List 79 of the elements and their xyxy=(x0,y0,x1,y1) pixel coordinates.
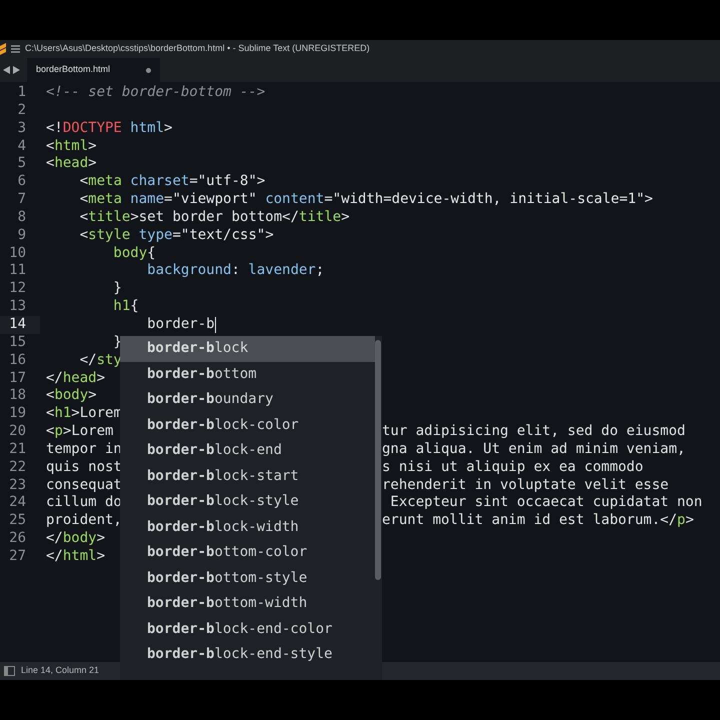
completion-item[interactable]: border-block-style xyxy=(120,489,375,514)
line-number: 23 xyxy=(9,476,26,493)
completion-item[interactable]: border-block-color xyxy=(120,412,375,438)
completion-item[interactable]: border-bottom-width xyxy=(120,591,375,616)
code-line: s nisi ut aliquip ex ea commodo xyxy=(382,458,644,477)
code-line: tur adipisicing elit, sed do eiusmod xyxy=(382,423,686,441)
code-line: background: lavender; xyxy=(146,262,324,280)
line-number: 25 xyxy=(9,512,26,528)
code-line: </body> xyxy=(46,530,106,548)
code-line: quis nost xyxy=(46,458,122,477)
code-line: border-b xyxy=(146,316,215,334)
code-line: <body> xyxy=(46,387,97,406)
scrollbar[interactable] xyxy=(375,340,381,580)
code-line: <p>Lorem xyxy=(46,423,114,441)
line-number: 16 xyxy=(9,352,26,368)
file-tab[interactable]: borderBottom.html xyxy=(27,58,160,82)
completion-item[interactable]: border-block xyxy=(120,336,375,362)
line-number: 13 xyxy=(9,298,26,314)
line-number: 2 xyxy=(18,102,26,118)
code-line: erunt mollit anim id est laborum.</p> xyxy=(382,512,694,530)
code-line: <style type="text/css"> xyxy=(78,226,274,245)
cursor-position: Line 14, Column 21 xyxy=(21,664,100,678)
line-number: 24 xyxy=(9,494,26,510)
line-number: 6 xyxy=(18,173,26,190)
completion-item[interactable]: border-bottom-style xyxy=(120,566,375,591)
line-number: 26 xyxy=(9,530,26,546)
code-line: consequat xyxy=(46,476,122,494)
line-number: 17 xyxy=(9,370,26,386)
line-number: 21 xyxy=(9,440,26,457)
line-number: 27 xyxy=(9,548,26,564)
code-line: <meta name="viewport" content="width=device-width, initial-scale=1"> xyxy=(78,191,653,209)
completion-item[interactable]: border-block-width xyxy=(120,514,375,540)
code-line: </head> xyxy=(46,370,106,388)
window-title: C:\Users\Asus\Desktop\csstips\borderBottom.html • - Sublime Text (UNREGISTERED) xyxy=(25,42,370,56)
completion-item[interactable]: border-block-start xyxy=(120,464,375,489)
code-line: <html> xyxy=(46,138,97,156)
line-number: 14 xyxy=(9,316,26,332)
line-number: 8 xyxy=(18,208,26,225)
app-logo-icon xyxy=(0,43,6,55)
line-number: 20 xyxy=(9,423,26,440)
completion-item[interactable]: border-block-end-color xyxy=(120,616,375,642)
code-line: h1{ xyxy=(112,298,139,316)
completion-item[interactable]: border-bottom xyxy=(120,362,375,387)
line-number: 11 xyxy=(9,262,26,278)
line-number: 22 xyxy=(9,458,26,475)
code-line: </sty xyxy=(78,352,122,370)
line-number: 10 xyxy=(9,244,26,261)
code-line: gna aliqua. Ut enim ad minim veniam, xyxy=(382,440,686,459)
code-line: <title>set border bottom</title> xyxy=(78,208,350,227)
line-number: 19 xyxy=(9,405,26,422)
line-number: 18 xyxy=(9,387,26,404)
code-line: } xyxy=(112,280,122,298)
line-number: 9 xyxy=(18,226,26,243)
completion-item[interactable]: border-boundary xyxy=(120,387,375,412)
code-line: } xyxy=(112,334,122,352)
menu-icon[interactable] xyxy=(11,45,20,53)
line-number: 4 xyxy=(18,138,26,154)
completion-item[interactable]: border-bottom-color xyxy=(120,540,375,566)
code-line: <meta charset="utf-8"> xyxy=(78,173,266,192)
code-line: body{ xyxy=(112,244,156,262)
back-icon[interactable] xyxy=(3,66,10,74)
line-number: 15 xyxy=(9,334,26,350)
line-number: 12 xyxy=(9,280,26,296)
code-line: <!-- set border-bottom --> xyxy=(46,84,266,102)
line-number: 1 xyxy=(18,84,26,100)
code-line: proident, xyxy=(46,512,122,530)
line-number: 7 xyxy=(18,191,26,208)
code-line: Excepteur sint occaecat cupidatat non xyxy=(389,494,702,512)
code-line: </html> xyxy=(46,548,106,566)
code-line: <head> xyxy=(46,155,97,174)
text-cursor xyxy=(214,316,216,333)
code-line: <!DOCTYPE html> xyxy=(46,120,172,138)
line-number: 5 xyxy=(18,155,26,172)
completion-item[interactable]: border-block-end xyxy=(120,438,375,464)
code-line: rehenderit in voluptate velit esse xyxy=(382,476,669,494)
sidebar-toggle-icon[interactable] xyxy=(4,666,15,676)
line-number: 3 xyxy=(18,120,26,136)
completion-item[interactable]: border-block-end-style xyxy=(120,642,375,668)
forward-icon[interactable] xyxy=(13,66,20,74)
